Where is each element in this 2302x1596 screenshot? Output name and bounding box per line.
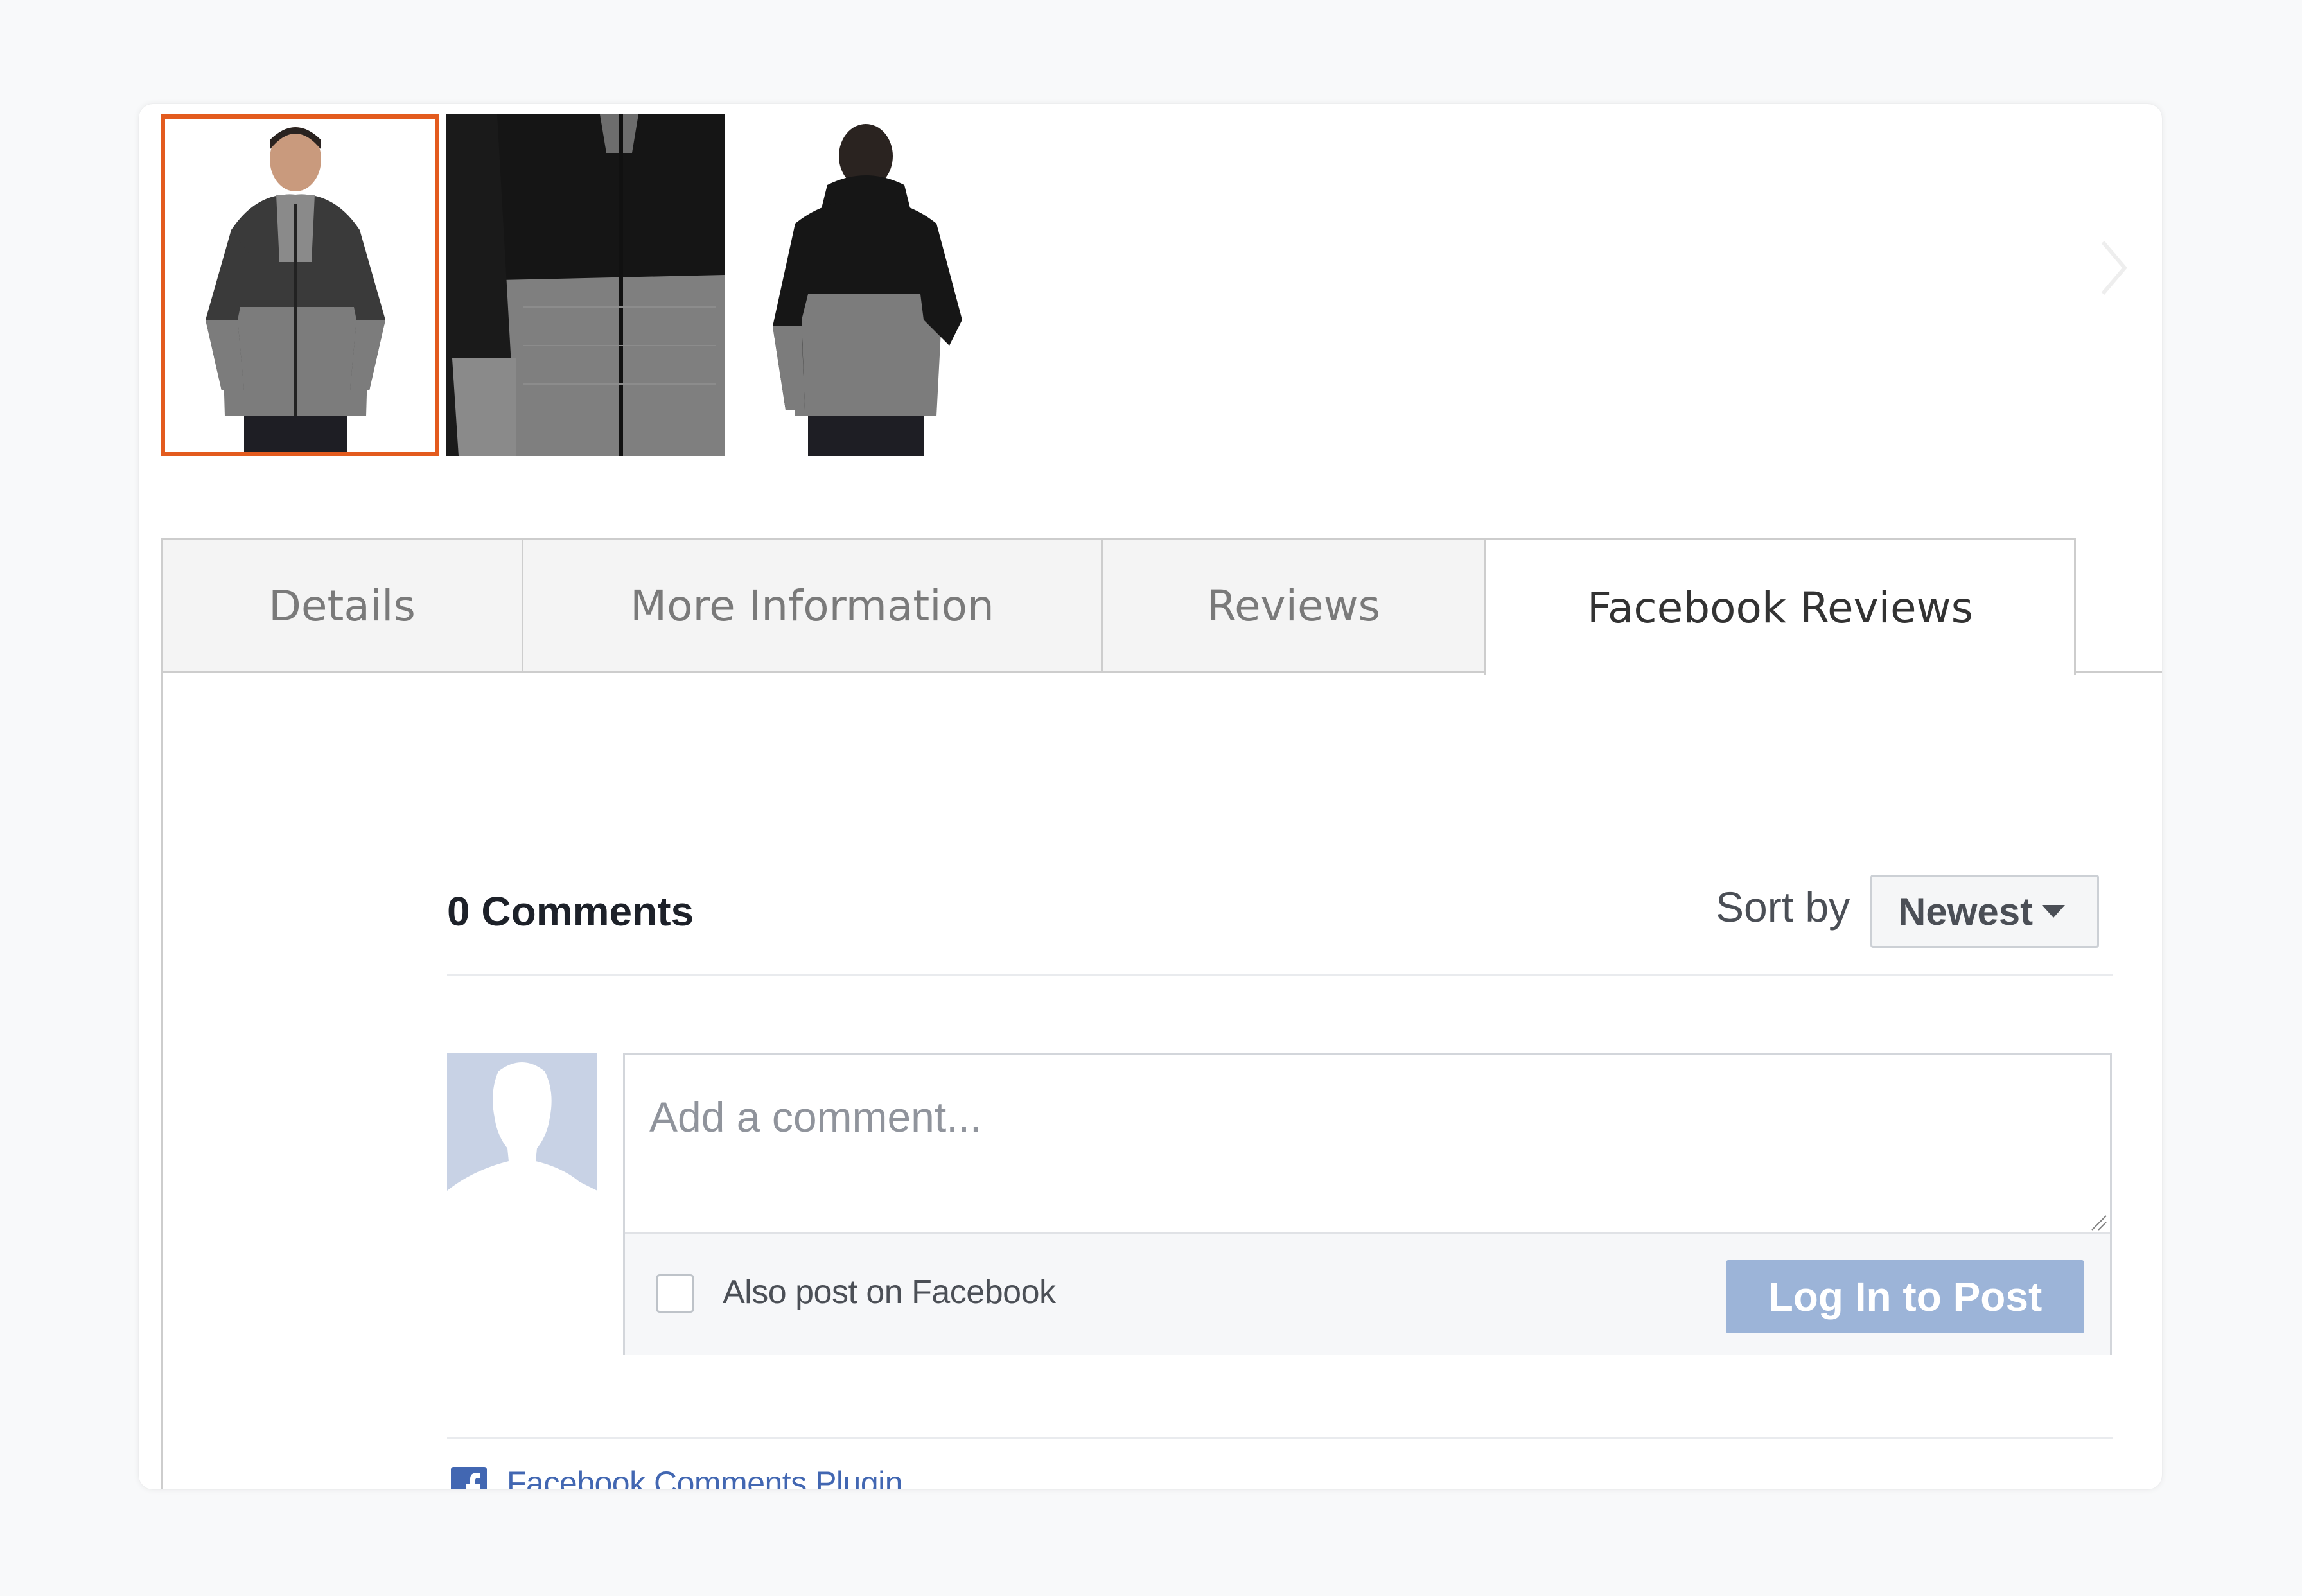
divider <box>447 1437 2113 1439</box>
tab-more-information[interactable]: More Information <box>522 538 1103 673</box>
thumbnail-detail[interactable] <box>446 114 725 456</box>
facebook-comments-plugin: 0 Comments Sort by Newest Add a comment.… <box>447 868 2113 1489</box>
caret-down-icon <box>2042 905 2066 918</box>
sort-dropdown-value: Newest <box>1898 890 2034 933</box>
facebook-comments-plugin-link[interactable]: Facebook Comments Plugin <box>507 1464 903 1489</box>
sort-dropdown[interactable]: Newest <box>1870 875 2099 948</box>
comment-composer: Add a comment... Also post on Facebook L… <box>623 1053 2112 1355</box>
tab-reviews[interactable]: Reviews <box>1101 538 1486 673</box>
product-card: Details More Information Reviews Faceboo… <box>139 104 2162 1489</box>
thumbnail-front[interactable] <box>161 114 439 456</box>
comment-input[interactable]: Add a comment... <box>625 1055 2110 1232</box>
also-post-label[interactable]: Also post on Facebook <box>723 1273 1056 1311</box>
comments-count: 0 Comments <box>447 888 694 934</box>
chevron-right-icon[interactable] <box>2091 229 2136 306</box>
log-in-to-post-button[interactable]: Log In to Post <box>1726 1260 2084 1333</box>
photo-front-view-icon <box>161 114 439 456</box>
sort-by-label: Sort by <box>1716 883 1850 931</box>
tab-facebook-reviews[interactable]: Facebook Reviews <box>1484 538 2076 675</box>
panel-border <box>161 673 163 1489</box>
photo-back-view-icon <box>731 114 1010 456</box>
photo-detail-view-icon <box>446 114 725 456</box>
product-tabs: Details More Information Reviews Faceboo… <box>161 538 2162 675</box>
also-post-checkbox[interactable] <box>656 1274 694 1313</box>
divider <box>447 974 2113 976</box>
tab-details[interactable]: Details <box>161 538 523 673</box>
resize-handle-icon[interactable] <box>2088 1212 2107 1231</box>
facebook-logo-icon[interactable] <box>451 1467 487 1489</box>
thumbnail-back[interactable] <box>731 114 1010 456</box>
tabs-baseline <box>2076 671 2162 673</box>
default-avatar-icon <box>447 1053 597 1204</box>
composer-footer: Also post on Facebook Log In to Post <box>625 1232 2110 1355</box>
